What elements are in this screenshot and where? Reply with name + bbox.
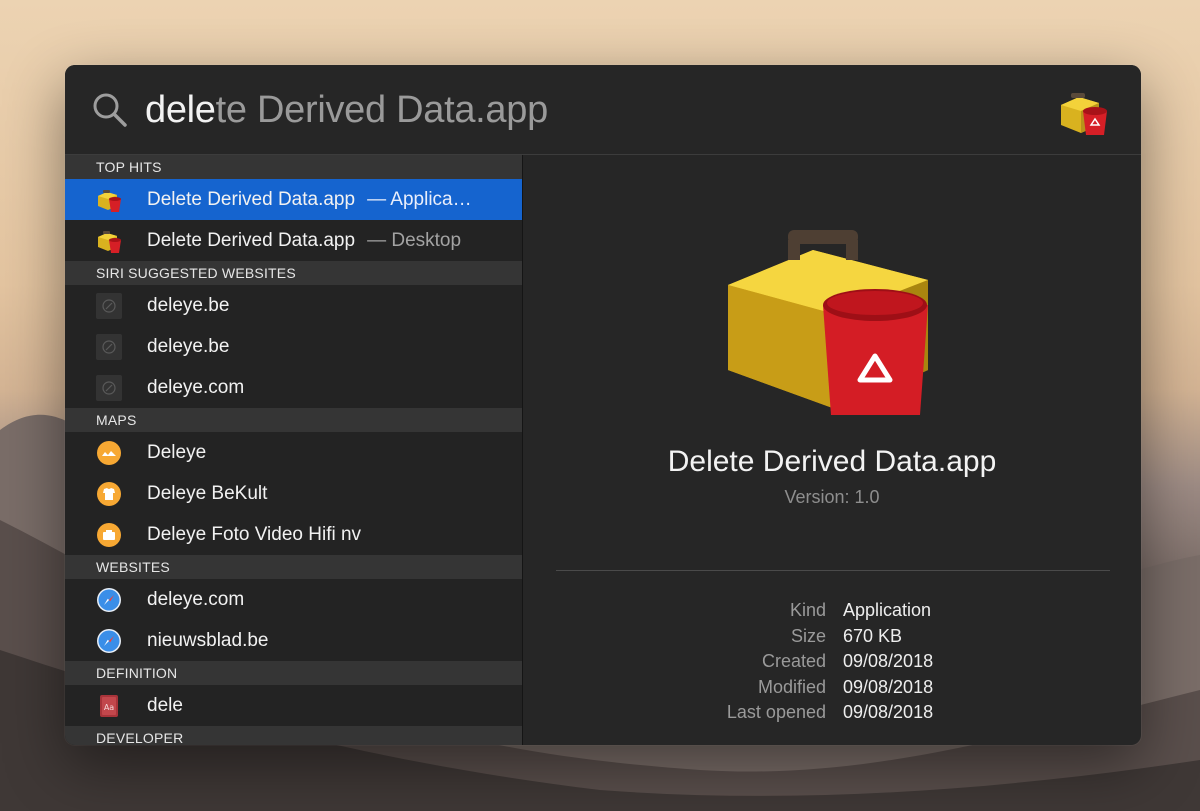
map-pin-icon <box>97 441 121 465</box>
metadata-row: Created 09/08/2018 <box>523 651 1141 677</box>
preview-version: Version: 1.0 <box>784 487 880 507</box>
safari-icon <box>97 588 121 612</box>
metadata-value: Application <box>843 600 932 620</box>
section-header-websites: WEBSITES <box>65 555 522 579</box>
section-header-developer: DEVELOPER <box>65 726 522 745</box>
metadata-value: 09/08/2018 <box>843 676 934 697</box>
toolbox-app-icon <box>1061 93 1107 135</box>
result-label: Deleye <box>147 442 207 463</box>
metadata-key: Size <box>790 625 826 646</box>
dictionary-icon: Aa <box>100 695 118 717</box>
metadata-key: Modified <box>757 676 826 697</box>
result-kind: — Desktop <box>367 230 462 251</box>
toolbox-app-icon <box>98 190 121 212</box>
metadata-row: Size 670 KB <box>523 626 1141 652</box>
result-label: deleye.com <box>147 589 245 610</box>
result-row-map[interactable]: Deleye Foto Video Hifi nv <box>65 514 522 555</box>
typed-query: dele <box>145 89 216 131</box>
metadata-key: Last opened <box>726 702 826 722</box>
result-label: deleye.com <box>147 377 245 398</box>
metadata-row: Kind Application <box>523 600 1141 626</box>
result-row-map[interactable]: Deleye <box>65 432 522 473</box>
search-input[interactable]: delete Derived Data.app <box>145 85 548 135</box>
result-row-app-selected[interactable]: Delete Derived Data.app — Applica… <box>65 179 522 220</box>
metadata-table: Kind Application Size 670 KB Created 09/… <box>523 600 1141 728</box>
compass-icon <box>96 293 122 319</box>
metadata-key: Created <box>761 651 826 671</box>
toolbox-trash-app-icon <box>728 230 928 415</box>
map-pin-icon <box>97 523 121 547</box>
result-row-definition[interactable]: Aa dele <box>65 685 522 726</box>
spotlight-window: delete Derived Data.app TOP HITS Delete … <box>65 65 1141 745</box>
metadata-row: Modified 09/08/2018 <box>523 677 1141 703</box>
metadata-value: 09/08/2018 <box>843 702 934 722</box>
result-row-app-desktop[interactable]: Delete Derived Data.app — Desktop <box>65 220 522 261</box>
compass-icon <box>96 375 122 401</box>
metadata-value: 09/08/2018 <box>843 651 934 671</box>
result-label: Deleye Foto Video Hifi nv <box>147 524 362 545</box>
section-header-top-hits: TOP HITS <box>65 155 522 179</box>
result-label: nieuwsblad.be <box>147 630 269 651</box>
result-row-website[interactable]: deleye.com <box>65 367 522 408</box>
result-label: Deleye BeKult <box>147 483 268 504</box>
result-kind: — Applica… <box>367 189 472 210</box>
result-row-website[interactable]: deleye.com <box>65 579 522 620</box>
result-row-website[interactable]: deleye.be <box>65 285 522 326</box>
search-bar[interactable]: delete Derived Data.app <box>65 65 1141 155</box>
compass-icon <box>96 334 122 360</box>
result-label: Delete Derived Data.app <box>147 189 356 210</box>
section-header-definition: DEFINITION <box>65 661 522 685</box>
safari-icon <box>97 629 121 653</box>
svg-text:Aa: Aa <box>104 703 114 712</box>
result-row-website[interactable]: deleye.be <box>65 326 522 367</box>
map-pin-icon <box>97 482 121 506</box>
preview-pane: Delete Derived Data.app Version: 1.0 Kin… <box>523 155 1141 745</box>
section-header-siri-websites: SIRI SUGGESTED WEBSITES <box>65 261 522 285</box>
metadata-key: Kind <box>789 600 826 620</box>
divider <box>556 570 1110 571</box>
metadata-value: 670 KB <box>843 625 903 646</box>
metadata-row: Last opened 09/08/2018 <box>523 702 1141 728</box>
results-list[interactable]: TOP HITS Delete Derived Data.app — Applic… <box>65 155 523 745</box>
autocomplete-suggestion: te Derived Data.app <box>215 89 549 131</box>
result-label: dele <box>147 695 183 716</box>
preview-title: Delete Derived Data.app <box>667 445 997 478</box>
result-label: deleye.be <box>147 295 230 316</box>
result-label: Delete Derived Data.app <box>147 230 356 251</box>
magnifying-glass-icon <box>93 93 127 127</box>
section-header-maps: MAPS <box>65 408 522 432</box>
toolbox-app-icon <box>98 231 121 253</box>
result-row-map[interactable]: Deleye BeKult <box>65 473 522 514</box>
result-row-website[interactable]: nieuwsblad.be <box>65 620 522 661</box>
result-label: deleye.be <box>147 336 230 357</box>
